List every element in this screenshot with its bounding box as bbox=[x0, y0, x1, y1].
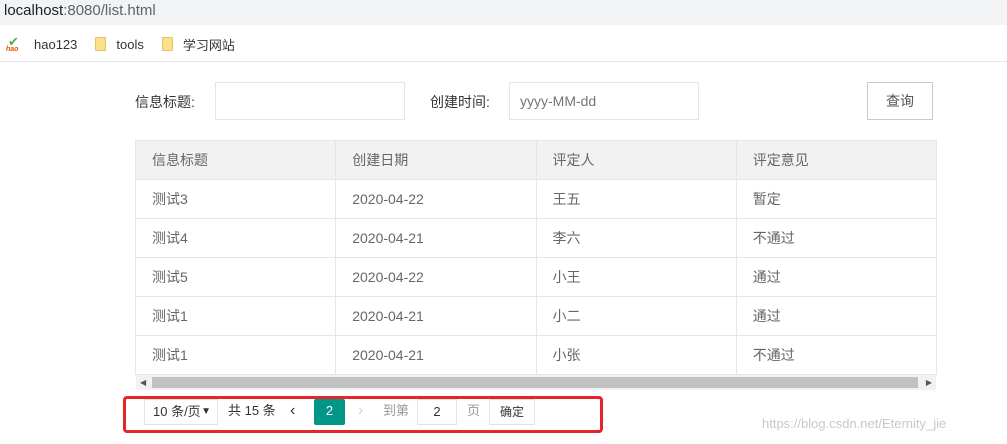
horizontal-scrollbar[interactable]: ◀ ▶ bbox=[136, 375, 936, 390]
table-cell: 小二 bbox=[535, 296, 737, 336]
scrollbar-thumb[interactable] bbox=[152, 377, 918, 388]
divider bbox=[0, 61, 1007, 62]
hao123-icon: ✔ hao bbox=[6, 34, 19, 53]
table-cell: 通过 bbox=[735, 296, 938, 336]
column-header[interactable]: 评定人 bbox=[535, 140, 737, 180]
table-row[interactable]: 测试5 2020-04-22 小王 通过 bbox=[134, 257, 938, 297]
next-page-icon[interactable]: › bbox=[358, 399, 363, 425]
table-cell: 测试1 bbox=[134, 335, 337, 375]
page-size-select[interactable]: 10 条/页 ▼ bbox=[144, 399, 218, 425]
table-cell: 不通过 bbox=[735, 218, 938, 258]
table-cell: 通过 bbox=[735, 257, 938, 297]
scroll-right-icon[interactable]: ▶ bbox=[926, 375, 932, 390]
table-cell: 2020-04-21 bbox=[335, 335, 537, 375]
table-cell: 王五 bbox=[535, 179, 737, 219]
date-input[interactable] bbox=[509, 82, 699, 120]
table-cell: 小王 bbox=[535, 257, 737, 297]
watermark: https://blog.csdn.net/Eternity_jie bbox=[762, 416, 947, 431]
table-cell: 2020-04-22 bbox=[335, 257, 537, 297]
bookmarks-bar: ✔ hao hao123 tools 学习网站 bbox=[0, 30, 247, 58]
goto-label: 到第 bbox=[383, 403, 410, 418]
scroll-left-icon[interactable]: ◀ bbox=[140, 375, 146, 390]
column-header[interactable]: 评定意见 bbox=[735, 140, 938, 180]
table-row[interactable]: 测试1 2020-04-21 小张 不通过 bbox=[134, 335, 938, 375]
query-button[interactable]: 查询 bbox=[867, 82, 933, 120]
table-cell: 测试1 bbox=[134, 296, 337, 336]
table-cell: 测试3 bbox=[134, 179, 337, 219]
url-path: :8080/list.html bbox=[63, 2, 156, 19]
bookmark-study-sites[interactable]: 学习网站 bbox=[161, 35, 235, 54]
title-input[interactable] bbox=[215, 82, 405, 120]
bookmark-label: 学习网站 bbox=[182, 37, 235, 53]
column-header[interactable]: 信息标题 bbox=[134, 140, 337, 180]
page-size-value: 10 条/页 bbox=[153, 404, 201, 419]
table-cell: 不通过 bbox=[735, 335, 938, 375]
table-cell: 李六 bbox=[535, 218, 737, 258]
bookmark-tools[interactable]: tools bbox=[95, 36, 144, 52]
table-cell: 2020-04-22 bbox=[335, 179, 537, 219]
column-header[interactable]: 创建日期 bbox=[335, 140, 537, 180]
folder-icon bbox=[95, 37, 107, 51]
table-row[interactable]: 测试4 2020-04-21 李六 不通过 bbox=[134, 218, 938, 258]
bookmark-label: hao123 bbox=[34, 36, 78, 52]
table-cell: 2020-04-21 bbox=[335, 296, 537, 336]
prev-page-icon[interactable]: ‹ bbox=[290, 399, 295, 425]
total-count: 共 15 条 bbox=[228, 403, 276, 418]
goto-page-input[interactable]: 2 bbox=[417, 399, 457, 425]
table-row[interactable]: 测试1 2020-04-21 小二 通过 bbox=[134, 296, 938, 336]
date-label: 创建时间: bbox=[430, 94, 490, 110]
folder-icon bbox=[161, 37, 173, 51]
table-cell: 暂定 bbox=[735, 179, 938, 219]
table-row[interactable]: 测试3 2020-04-22 王五 暂定 bbox=[134, 179, 938, 219]
title-label: 信息标题: bbox=[135, 94, 195, 110]
dropdown-arrow-icon: ▼ bbox=[201, 406, 211, 417]
table-cell: 测试4 bbox=[134, 218, 337, 258]
table-cell: 2020-04-21 bbox=[335, 218, 537, 258]
data-table: 信息标题 创建日期 评定人 评定意见 测试3 2020-04-22 王五 暂定 测试4 2… bbox=[134, 140, 938, 375]
url-host: localhost bbox=[4, 2, 64, 19]
table-header-row: 信息标题 创建日期 评定人 评定意见 bbox=[134, 140, 938, 180]
bookmark-label: tools bbox=[116, 36, 144, 52]
confirm-button[interactable]: 确定 bbox=[489, 399, 535, 425]
current-page-button[interactable]: 2 bbox=[314, 399, 345, 425]
address-bar[interactable]: localhost:8080/list.html bbox=[0, 0, 1007, 25]
table-cell: 测试5 bbox=[134, 257, 337, 297]
table-cell: 小张 bbox=[535, 335, 737, 375]
bookmark-hao123[interactable]: ✔ hao hao123 bbox=[6, 34, 78, 53]
page-unit-label: 页 bbox=[467, 403, 481, 418]
